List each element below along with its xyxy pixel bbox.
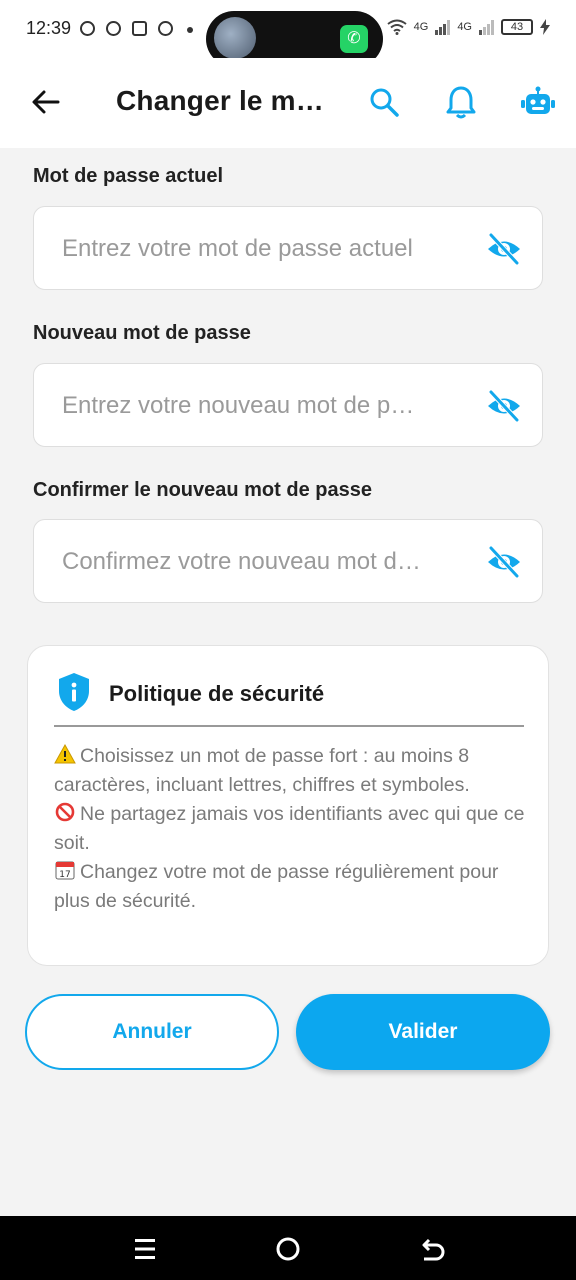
whatsapp-status-icon — [106, 21, 121, 36]
status-time: 12:39 — [26, 18, 72, 38]
new-password-label: Nouveau mot de passe — [33, 322, 251, 344]
avatar — [214, 17, 256, 59]
network-type-1: 4G — [413, 21, 429, 33]
security-policy-title: Politique de sécurité — [109, 681, 325, 706]
calendar-icon: 17 — [55, 861, 75, 880]
battery-icon: 43 — [501, 19, 533, 35]
new-password-input[interactable] — [60, 364, 474, 448]
shield-info-icon — [59, 673, 89, 711]
charging-icon — [540, 19, 550, 35]
cancel-button[interactable]: Annuler — [25, 994, 279, 1070]
status-indicators: 4G 4G 43 — [387, 19, 550, 35]
svg-text:17: 17 — [59, 870, 70, 880]
eye-off-icon[interactable] — [486, 388, 522, 424]
messenger-icon — [80, 21, 95, 36]
status-bar: 12:39 ✆ 4G 4G 43 — [0, 0, 576, 67]
network-type-2: 4G — [457, 21, 472, 33]
signal-icon — [435, 19, 451, 35]
back-nav-icon[interactable] — [417, 1234, 447, 1264]
signal-icon — [479, 19, 494, 35]
confirm-password-field — [33, 519, 543, 604]
confirm-password-label: Confirmer le nouveau mot de passe — [33, 479, 372, 501]
more-notifications-dot — [187, 27, 193, 33]
app-status-icon — [158, 21, 173, 36]
security-policy-card: Politique de sécurité Choisissez un mot … — [27, 645, 549, 966]
battery-level: 43 — [510, 21, 524, 33]
policy-item-text: Ne partagez jamais vos identifiants avec… — [54, 803, 525, 854]
search-icon[interactable] — [366, 84, 402, 120]
policy-item: 17 Changez votre mot de passe régulièreme… — [54, 858, 534, 916]
home-icon[interactable] — [273, 1234, 303, 1264]
divider — [54, 725, 524, 727]
system-navigation-bar — [0, 1216, 576, 1280]
prohibited-icon — [55, 802, 75, 822]
back-arrow-icon[interactable] — [30, 86, 62, 118]
confirm-password-input[interactable] — [60, 520, 474, 604]
policy-item: Ne partagez jamais vos identifiants avec… — [54, 800, 534, 858]
warning-icon — [54, 744, 76, 764]
bell-icon[interactable] — [443, 84, 479, 120]
current-password-field — [33, 206, 543, 291]
notification-icon — [132, 21, 147, 36]
app-bar: Changer le m… — [0, 58, 576, 148]
page-title: Changer le m… — [116, 85, 324, 116]
robot-icon[interactable] — [520, 84, 556, 120]
eye-off-icon[interactable] — [486, 231, 522, 267]
new-password-field — [33, 363, 543, 448]
current-password-label: Mot de passe actuel — [33, 165, 224, 187]
eye-off-icon[interactable] — [486, 544, 522, 580]
current-password-input[interactable] — [60, 207, 474, 291]
policy-item-text: Changez votre mot de passe régulièrement… — [54, 861, 499, 912]
wifi-icon — [387, 19, 407, 35]
policy-item-text: Choisissez un mot de passe fort : au moi… — [54, 745, 470, 796]
whatsapp-icon: ✆ — [340, 25, 368, 53]
policy-item: Choisissez un mot de passe fort : au moi… — [54, 742, 534, 800]
submit-button[interactable]: Valider — [296, 994, 550, 1070]
policy-list: Choisissez un mot de passe fort : au moi… — [54, 742, 534, 916]
recent-apps-icon[interactable] — [130, 1234, 160, 1264]
